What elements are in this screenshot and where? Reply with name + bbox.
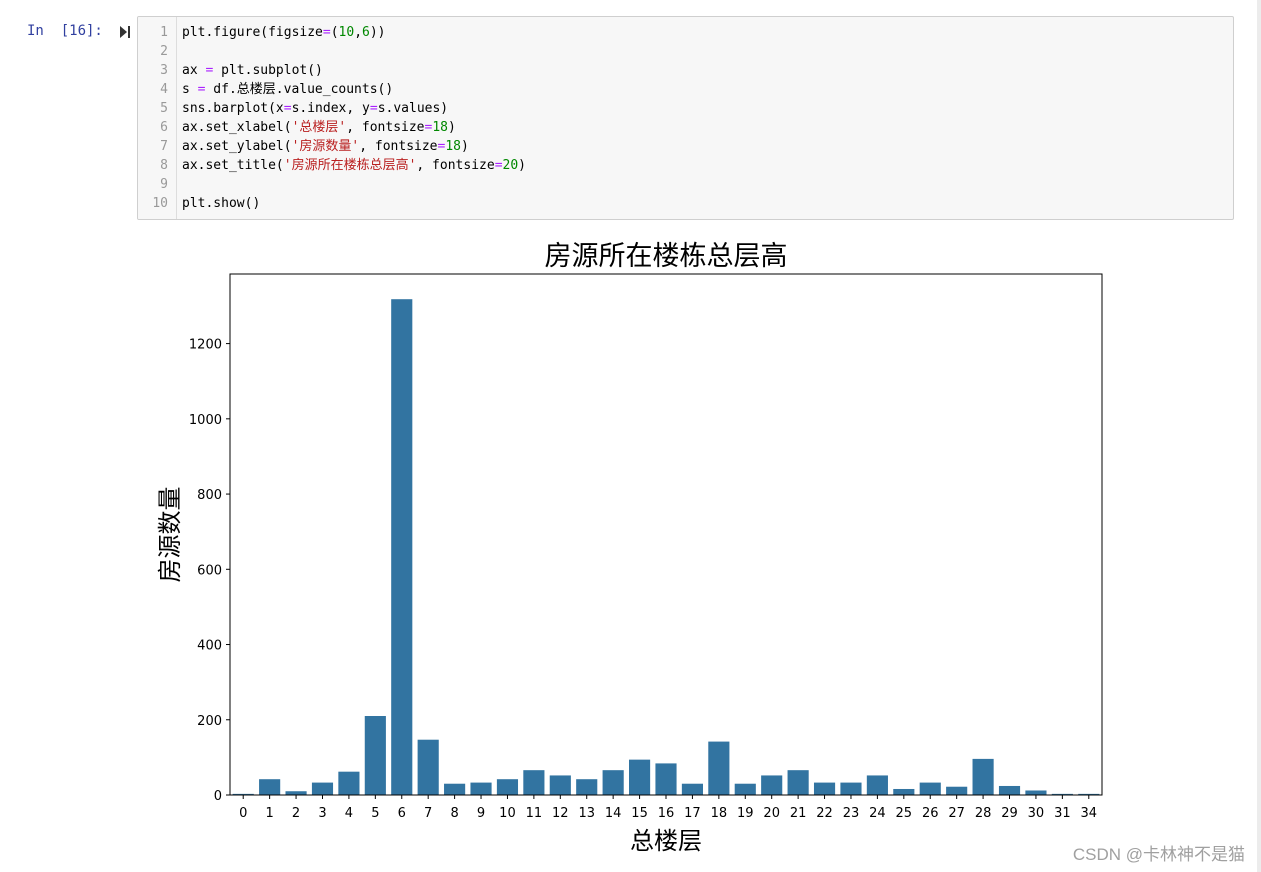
x-tick-label: 10: [499, 806, 516, 821]
y-axis-label: 房源数量: [156, 487, 184, 583]
y-tick-label: 1200: [189, 338, 222, 353]
bar: [655, 763, 677, 795]
x-tick-label: 30: [1028, 806, 1045, 821]
x-tick-label: 9: [477, 806, 485, 821]
x-tick-label: 31: [1054, 806, 1071, 821]
bar: [946, 786, 968, 795]
bar: [602, 770, 624, 795]
x-tick-label: 25: [896, 806, 913, 821]
page-scrollbar[interactable]: [1257, 0, 1261, 872]
y-tick-label: 800: [197, 488, 222, 503]
bar: [549, 775, 571, 795]
bar: [391, 299, 413, 795]
x-tick-label: 2: [292, 806, 300, 821]
y-tick-label: 400: [197, 639, 222, 654]
bar: [1025, 790, 1047, 795]
x-tick-label: 6: [398, 806, 406, 821]
y-tick-label: 0: [214, 789, 222, 804]
bar: [629, 759, 651, 795]
x-tick-label: 15: [631, 806, 648, 821]
y-tick-label: 200: [197, 714, 222, 729]
x-tick-label: 16: [658, 806, 675, 821]
x-tick-label: 29: [1001, 806, 1018, 821]
x-tick-label: 3: [318, 806, 326, 821]
chart-title: 房源所在楼栋总层高: [545, 241, 788, 272]
watermark: CSDN @卡林神不是猫: [1072, 845, 1245, 864]
bar: [734, 783, 756, 795]
bar: [444, 783, 466, 795]
x-tick-label: 11: [526, 806, 543, 821]
x-tick-label: 27: [948, 806, 965, 821]
x-tick-label: 0: [239, 806, 247, 821]
x-tick-label: 26: [922, 806, 939, 821]
x-tick-label: 1: [265, 806, 273, 821]
bar: [311, 782, 334, 795]
x-tick-label: 7: [424, 806, 432, 821]
bar: [523, 770, 545, 795]
bar: [919, 782, 941, 795]
x-tick-label: 4: [345, 806, 353, 821]
bar: [496, 779, 519, 795]
bar: [708, 741, 730, 795]
bar: [787, 770, 809, 795]
bar: [840, 782, 862, 795]
x-axis-label: 总楼层: [630, 827, 702, 855]
y-tick-label: 1000: [189, 413, 222, 428]
bar: [761, 775, 783, 795]
bar: [576, 779, 598, 795]
x-tick-label: 12: [552, 806, 569, 821]
x-tick-label: 19: [737, 806, 754, 821]
x-tick-label: 5: [371, 806, 379, 821]
bar: [470, 782, 492, 795]
x-tick-label: 22: [816, 806, 833, 821]
bar: [866, 775, 888, 795]
y-tick-label: 600: [197, 563, 222, 578]
x-tick-label: 18: [711, 806, 728, 821]
bar: [681, 783, 703, 795]
x-tick-label: 23: [843, 806, 860, 821]
bar: [259, 779, 281, 795]
x-tick-label: 21: [790, 806, 807, 821]
bar: [813, 782, 836, 795]
x-tick-label: 14: [605, 806, 622, 821]
x-tick-label: 28: [975, 806, 992, 821]
x-tick-label: 20: [763, 806, 780, 821]
x-tick-label: 24: [869, 806, 886, 821]
x-tick-label: 8: [450, 806, 458, 821]
bar: [972, 758, 994, 795]
x-tick-label: 13: [578, 806, 595, 821]
bar: [285, 791, 307, 795]
plot-frame: [229, 273, 1103, 796]
bar: [338, 771, 360, 795]
bar: [417, 739, 439, 795]
x-tick-label: 34: [1081, 806, 1098, 821]
bar: [998, 785, 1021, 795]
bar: [364, 716, 386, 795]
bar: [893, 788, 915, 795]
bar-chart: 房源所在楼栋总层高0200400600800100012000 1 2 3 4 5 6 7 8 9…: [156, 241, 1103, 855]
x-tick-label: 17: [684, 806, 701, 821]
